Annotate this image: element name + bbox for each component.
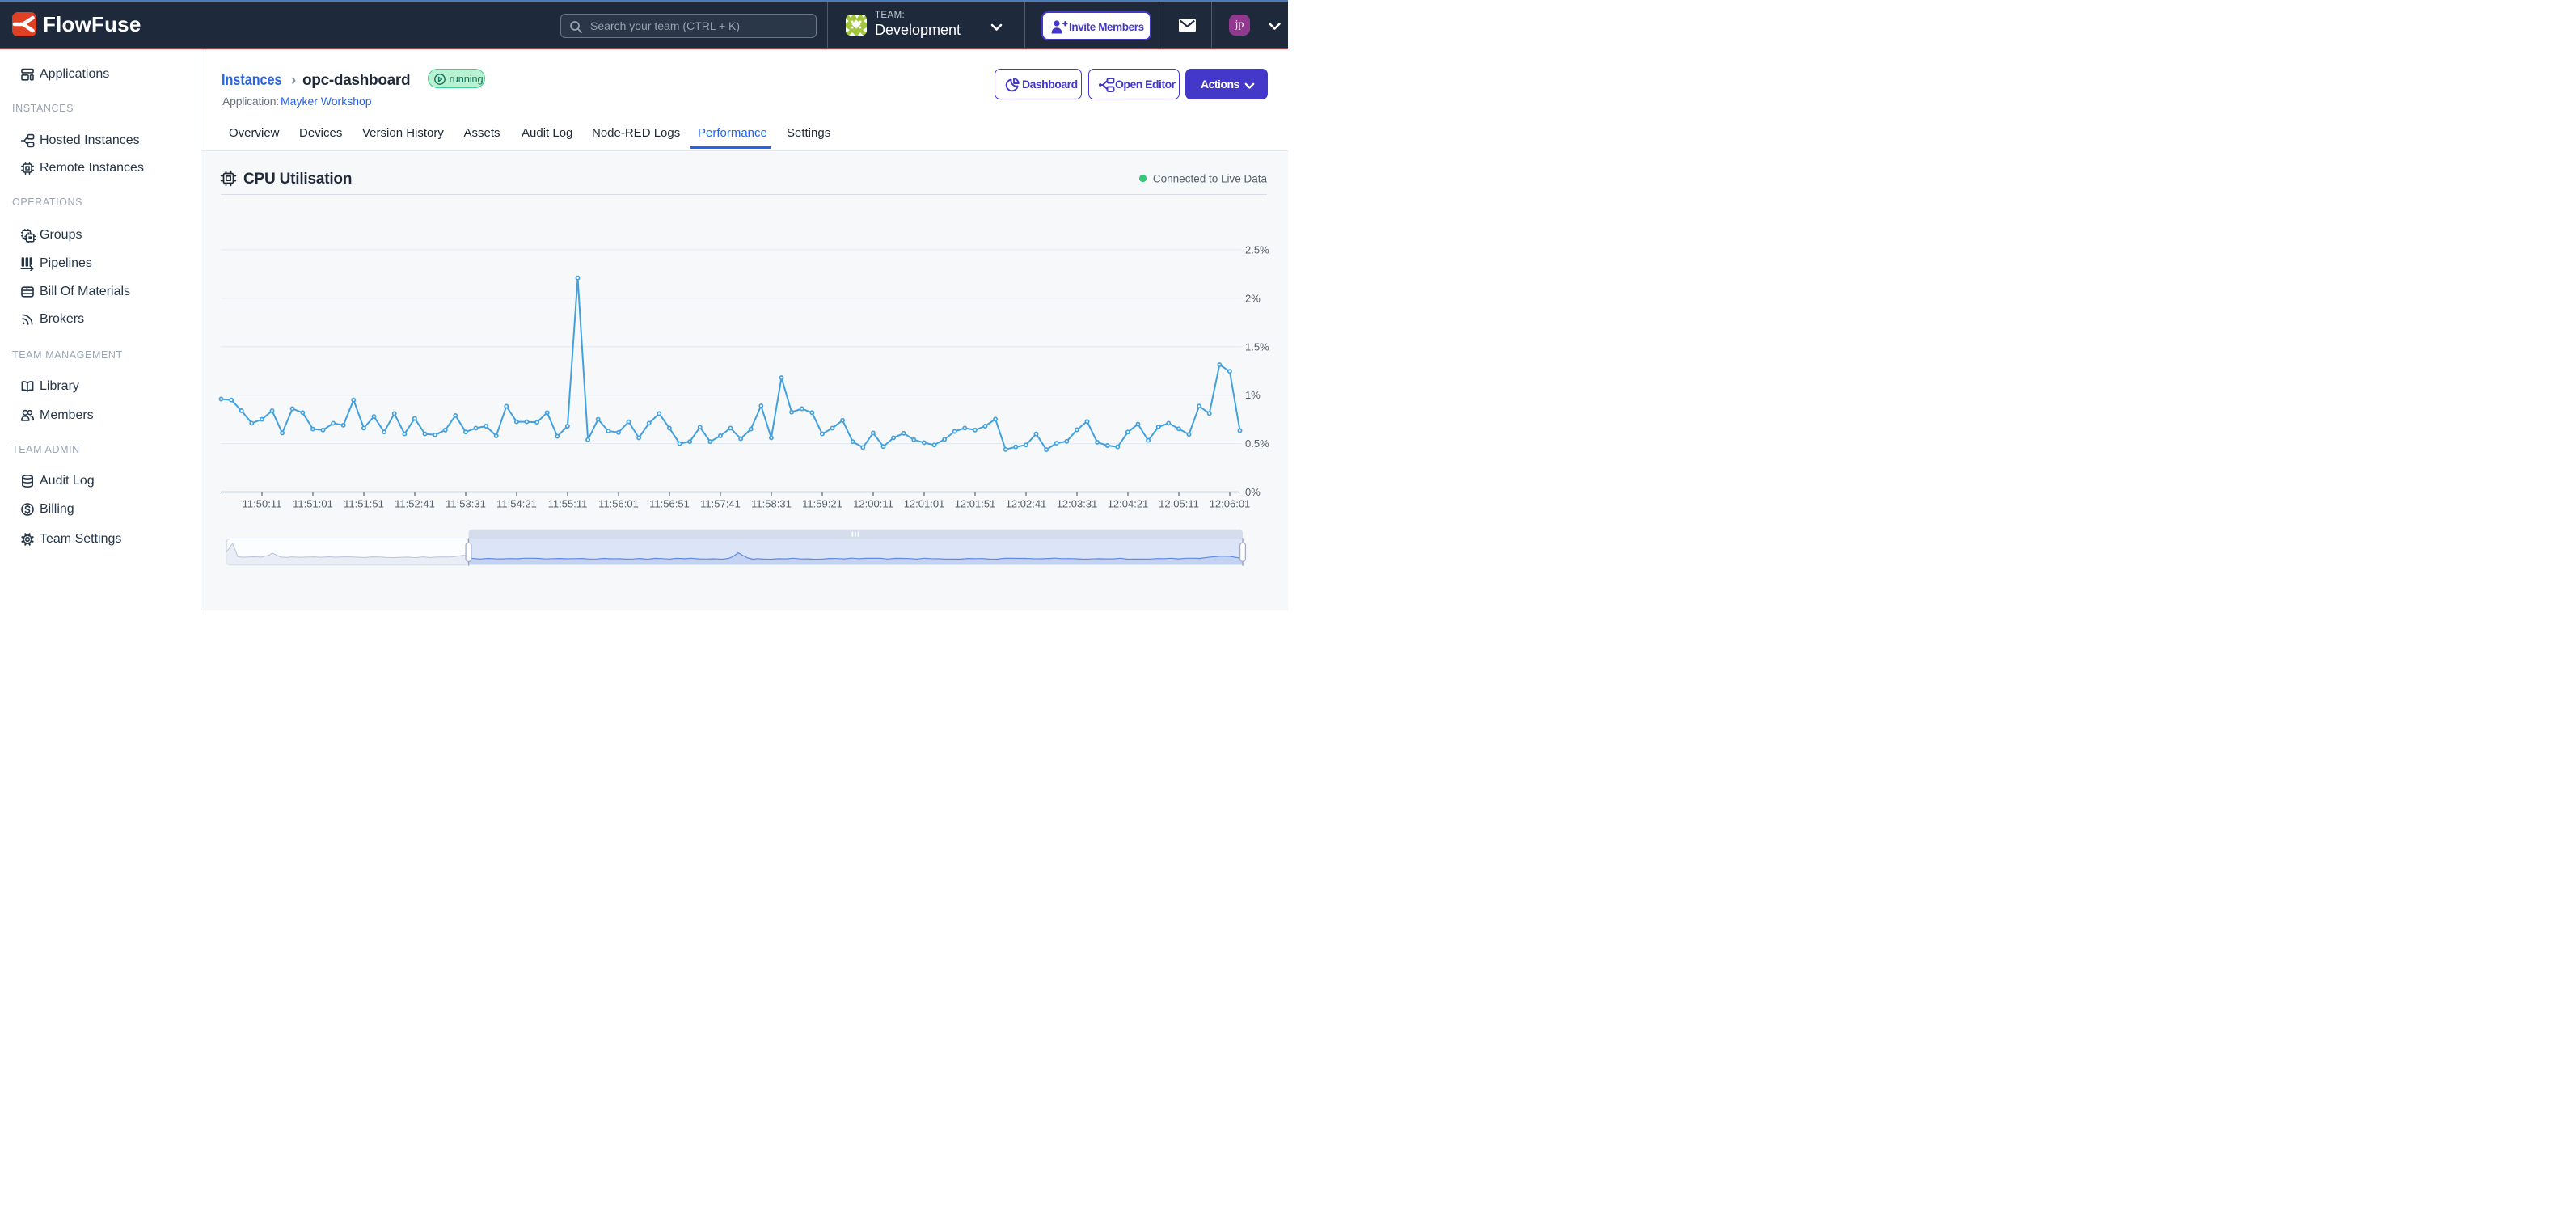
svg-text:12:01:01: 12:01:01 (904, 498, 945, 510)
svg-text:2%: 2% (1245, 292, 1261, 304)
svg-text:11:57:41: 11:57:41 (700, 498, 741, 510)
svg-text:11:52:41: 11:52:41 (395, 498, 435, 510)
svg-text:11:58:31: 11:58:31 (751, 498, 792, 510)
svg-text:12:04:21: 12:04:21 (1108, 498, 1149, 510)
svg-text:2.5%: 2.5% (1245, 244, 1269, 256)
svg-text:1.5%: 1.5% (1245, 340, 1269, 353)
svg-text:12:06:01: 12:06:01 (1210, 498, 1251, 510)
svg-text:12:03:31: 12:03:31 (1057, 498, 1098, 510)
svg-text:11:51:01: 11:51:01 (293, 498, 333, 510)
svg-text:11:55:11: 11:55:11 (548, 498, 588, 510)
svg-text:0.5%: 0.5% (1245, 437, 1269, 450)
svg-text:CPU Utilisation: CPU Utilisation (243, 171, 352, 188)
svg-text:11:50:11: 11:50:11 (243, 498, 282, 510)
svg-text:12:01:51: 12:01:51 (955, 498, 996, 510)
svg-text:1%: 1% (1245, 389, 1261, 401)
svg-text:11:56:51: 11:56:51 (649, 498, 690, 510)
svg-text:11:54:21: 11:54:21 (496, 498, 537, 510)
svg-text:11:59:21: 11:59:21 (802, 498, 842, 510)
svg-text:0%: 0% (1245, 486, 1261, 498)
svg-text:11:56:01: 11:56:01 (598, 498, 639, 510)
svg-text:Connected to Live Data: Connected to Live Data (1153, 173, 1268, 185)
svg-text:12:05:11: 12:05:11 (1159, 498, 1199, 510)
svg-text:12:00:11: 12:00:11 (853, 498, 893, 510)
svg-text:11:53:31: 11:53:31 (446, 498, 486, 510)
svg-text:12:02:41: 12:02:41 (1006, 498, 1047, 510)
svg-text:11:51:51: 11:51:51 (344, 498, 384, 510)
